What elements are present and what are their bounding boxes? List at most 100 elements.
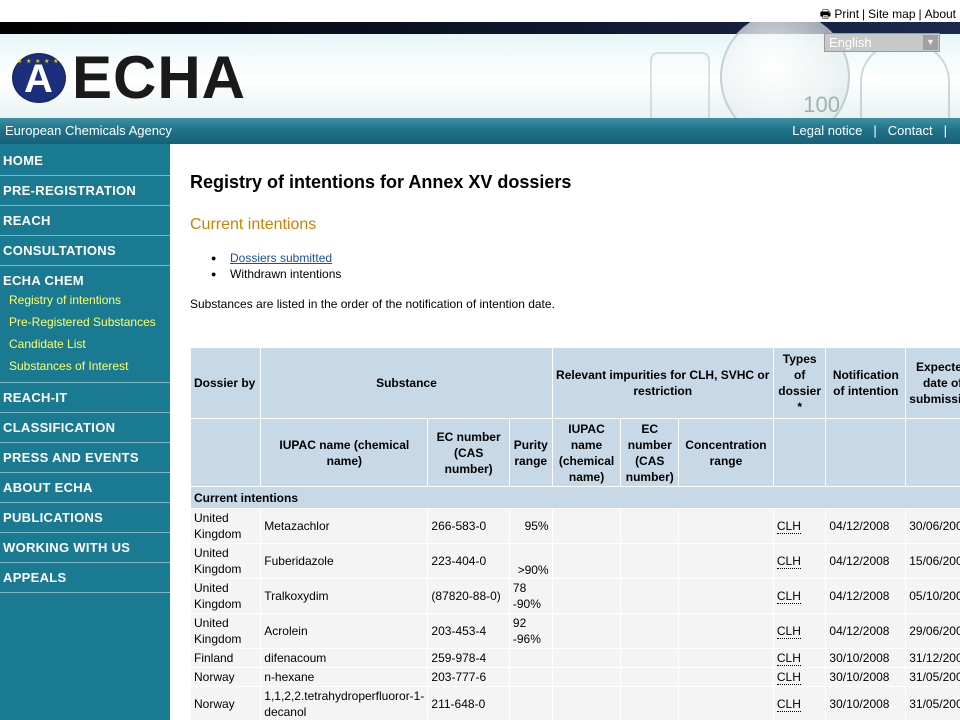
nav-pre-registration[interactable]: PRE-REGISTRATION (0, 176, 170, 206)
cell-purity: >90% (508, 543, 553, 579)
type-abbr[interactable]: CLH (776, 670, 801, 685)
cell-empty (551, 543, 622, 579)
table-row: Norway 1,1,2,2.tetrahydroperfluoror-1-de… (190, 686, 960, 720)
nav-about-echa[interactable]: ABOUT ECHA (0, 473, 170, 503)
type-abbr[interactable]: CLH (776, 519, 801, 534)
nav-working-with-us[interactable]: WORKING WITH US (0, 533, 170, 563)
nav-publications[interactable]: PUBLICATIONS (0, 503, 170, 533)
cell-purity: 92 -96% (508, 613, 553, 649)
cell-ec: 203-777-6 (427, 667, 510, 687)
cell-iupac: Metazachlor (260, 508, 429, 544)
type-abbr[interactable]: CLH (776, 624, 801, 639)
cell-type[interactable]: CLH (772, 667, 827, 687)
separator: | (873, 123, 877, 138)
cell-type[interactable]: CLH (772, 613, 827, 649)
cell-empty (620, 508, 680, 544)
nav-sub-registry-of-intentions[interactable]: Registry of intentions (0, 292, 170, 308)
cell-notification: 04/12/2008 (825, 543, 907, 579)
cell-empty (620, 543, 680, 579)
cell-notification: 04/12/2008 (825, 578, 907, 614)
table-row: Finland difenacoum 259-978-4 CLH 30/10/2… (190, 648, 960, 668)
echa-logo[interactable]: ★ ★ ★ ★ ★ A ECHA (12, 48, 246, 108)
cell-iupac: Acrolein (260, 613, 429, 649)
cell-notification: 04/12/2008 (825, 508, 907, 544)
nav-appeals[interactable]: APPEALS (0, 563, 170, 593)
cell-iupac: n-hexane (260, 667, 429, 687)
cell-iupac: Fuberidazole (260, 543, 429, 579)
nav-sub-pre-registered-substances[interactable]: Pre-Registered Substances (0, 314, 170, 330)
type-abbr[interactable]: CLH (776, 651, 801, 666)
cell-purity (508, 648, 553, 668)
main-content: Registry of intentions for Annex XV doss… (190, 144, 960, 720)
cell-empty (551, 613, 622, 649)
cell-type[interactable]: CLH (772, 508, 827, 544)
cell-empty (620, 686, 680, 720)
agency-links: Legal notice | Contact | (792, 118, 958, 144)
cell-type[interactable]: CLH (772, 543, 827, 579)
cell-dossier-by: Norway (190, 686, 262, 720)
cell-empty (551, 667, 622, 687)
cell-iupac: Tralkoxydim (260, 578, 429, 614)
nav-press-and-events[interactable]: PRESS AND EVENTS (0, 443, 170, 473)
cell-ec: 223-404-0 (427, 543, 510, 579)
header-empty (825, 418, 907, 487)
about-link[interactable]: About (925, 7, 956, 21)
header-relevant-impurities: Relevant impurities for CLH, SVHC or res… (551, 347, 774, 419)
logo-a-glyph: A (24, 57, 53, 101)
nav-echa-chem[interactable]: ECHA CHEM (0, 266, 170, 292)
cell-empty (551, 508, 622, 544)
cell-ec: 211-648-0 (427, 686, 510, 720)
contact-link[interactable]: Contact (888, 123, 933, 138)
cell-type[interactable]: CLH (772, 648, 827, 668)
nav-sub-substances-of-interest[interactable]: Substances of Interest (0, 358, 170, 374)
nav-reach-it[interactable]: REACH-IT (0, 383, 170, 413)
type-abbr[interactable]: CLH (776, 697, 801, 712)
legal-notice-link[interactable]: Legal notice (792, 123, 862, 138)
list-item: Withdrawn intentions (210, 266, 341, 282)
agency-bar: European Chemicals Agency Legal notice | C… (0, 118, 960, 144)
nav-home[interactable]: HOME (0, 146, 170, 176)
cell-notification: 30/10/2008 (825, 667, 907, 687)
language-select[interactable]: English ▼ (824, 33, 940, 52)
header-dossier-by: Dossier by (190, 347, 262, 419)
type-abbr[interactable]: CLH (776, 589, 801, 604)
cell-notification: 30/10/2008 (825, 686, 907, 720)
intentions-links: Dossiers submitted Withdrawn intentions (210, 250, 341, 282)
cell-purity: 78 -90% (508, 578, 553, 614)
header-types-of-dossier: Types of dossier * (772, 347, 827, 419)
nav-sub-candidate-list[interactable]: Candidate List (0, 336, 170, 352)
cell-empty (620, 667, 680, 687)
header-impurity-ec: EC number (CAS number) (620, 418, 680, 487)
header-iupac-name: IUPAC name (chemical name) (260, 418, 429, 487)
cell-empty (620, 613, 680, 649)
cell-notification: 30/10/2008 (825, 648, 907, 668)
header-impurity-iupac: IUPAC name (chemical name) (551, 418, 622, 487)
nav-classification[interactable]: CLASSIFICATION (0, 413, 170, 443)
cell-empty (620, 578, 680, 614)
table-row: United Kingdom Acrolein 203-453-4 92 -96… (190, 613, 960, 649)
cell-expected: 15/06/2009 (905, 543, 960, 579)
nav-reach[interactable]: REACH (0, 206, 170, 236)
cell-expected: 31/05/2009 (905, 686, 960, 720)
header-substance: Substance (260, 347, 553, 419)
dossiers-submitted-link[interactable]: Dossiers submitted (230, 251, 332, 265)
language-value: English (829, 35, 872, 50)
header-empty (905, 418, 960, 487)
cell-purity: 95% (508, 508, 553, 544)
sitemap-link[interactable]: Site map (868, 7, 915, 21)
cell-notification: 04/12/2008 (825, 613, 907, 649)
intentions-table-wrap: Dossier by Substance Relevant impurities… (190, 347, 960, 720)
nav-consultations[interactable]: CONSULTATIONS (0, 236, 170, 266)
cell-type[interactable]: CLH (772, 578, 827, 614)
print-link[interactable]: 🖶 Print (820, 7, 859, 21)
cell-empty (620, 648, 680, 668)
site-header: 100 English ▼ ★ ★ ★ ★ ★ A ECHA (0, 22, 960, 118)
cell-purity (508, 686, 553, 720)
type-abbr[interactable]: CLH (776, 554, 801, 569)
cell-type[interactable]: CLH (772, 686, 827, 720)
separator: | (918, 7, 922, 21)
header-ec-number: EC number (CAS number) (427, 418, 510, 487)
intro-text: Substances are listed in the order of th… (190, 297, 555, 311)
cell-empty (551, 648, 622, 668)
cell-empty (678, 543, 774, 579)
